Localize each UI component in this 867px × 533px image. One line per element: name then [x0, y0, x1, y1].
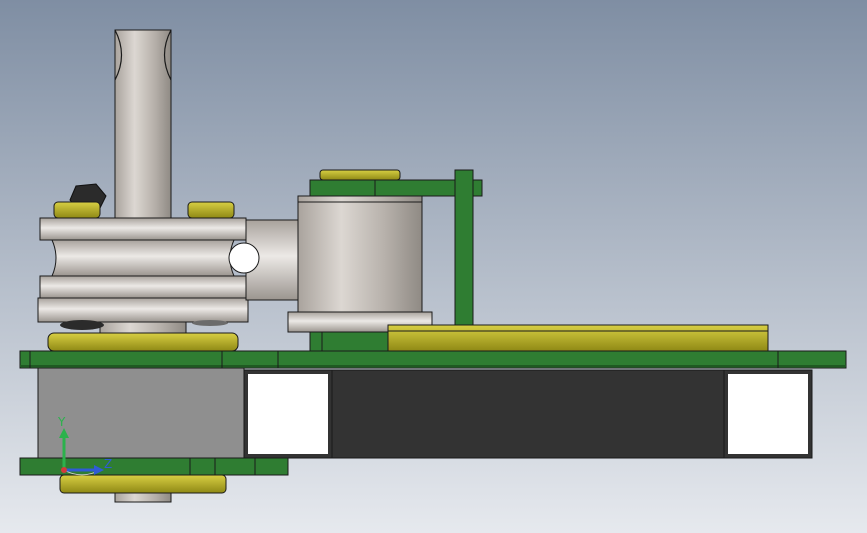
square-tube-left-hollow	[248, 374, 328, 454]
bottom-bearing-washer[interactable]	[59, 474, 227, 494]
pulley-lower-washer[interactable]	[47, 332, 239, 352]
bottom-nut-left	[60, 320, 104, 330]
link-plate-hole	[228, 242, 260, 274]
bottom-shaft-stub	[114, 492, 172, 503]
dark-frame-panel[interactable]	[331, 369, 725, 459]
vertical-green-post[interactable]	[454, 169, 474, 329]
pulley-hub	[99, 321, 187, 334]
cad-viewport[interactable]: Y Z	[0, 0, 867, 533]
z-axis-label: Z	[104, 457, 112, 471]
lower-mount-plate[interactable]	[19, 457, 289, 476]
pulley-groove-body[interactable]	[51, 239, 235, 277]
pulley-top-flange[interactable]	[39, 217, 247, 241]
bottom-nut-right	[192, 320, 228, 326]
left-support-block[interactable]	[37, 367, 245, 461]
y-axis-label: Y	[57, 415, 66, 429]
yellow-slide-rail[interactable]	[387, 324, 769, 352]
x-axis-dot	[61, 467, 67, 473]
top-washer-left[interactable]	[53, 201, 101, 219]
cad-model-view[interactable]: Y Z	[0, 0, 867, 533]
top-washer-right[interactable]	[187, 201, 235, 219]
pulley-bottom-flange[interactable]	[39, 275, 247, 299]
square-tube-right-hollow	[728, 374, 808, 454]
cylinder-cap[interactable]	[297, 195, 423, 203]
idler-cylinder[interactable]	[297, 201, 423, 313]
cylinder-top-washer[interactable]	[319, 169, 401, 181]
pulley-base-ring[interactable]	[37, 297, 249, 323]
